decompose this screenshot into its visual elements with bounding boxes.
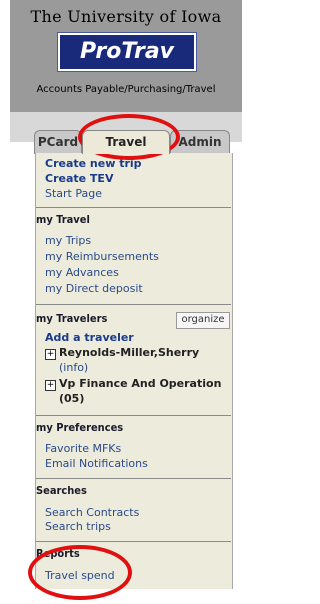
my-trips-link[interactable]: my Trips	[45, 234, 91, 247]
logo-text: ProTrav	[79, 39, 175, 64]
my-preferences-heading: my Preferences	[36, 421, 124, 434]
search-trips-link[interactable]: Search trips	[45, 520, 111, 533]
create-tev-link[interactable]: Create TEV	[45, 172, 113, 185]
traveler-info-link[interactable]: (info)	[59, 361, 88, 374]
university-name: The University of Iowa	[30, 7, 222, 26]
expand-icon[interactable]: +	[45, 380, 56, 391]
protrav-logo[interactable]: ProTrav	[57, 32, 197, 72]
travel-spend-highlight-circle	[28, 545, 132, 600]
expand-icon[interactable]: +	[45, 349, 56, 360]
tab-travel[interactable]: Travel	[82, 130, 170, 154]
my-direct-deposit-link[interactable]: my Direct deposit	[45, 282, 143, 295]
divider	[36, 207, 231, 208]
site-subtitle: Accounts Payable/Purchasing/Travel	[36, 84, 216, 95]
my-advances-link[interactable]: my Advances	[45, 266, 119, 279]
divider	[36, 415, 231, 416]
divider	[36, 541, 231, 542]
site-header: The University of Iowa ProTrav Accounts …	[10, 0, 242, 112]
favorite-mfks-link[interactable]: Favorite MFKs	[45, 442, 121, 455]
start-page-link[interactable]: Start Page	[45, 187, 102, 200]
organize-button[interactable]: organize	[176, 312, 230, 329]
divider	[36, 478, 231, 479]
add-traveler-link[interactable]: Add a traveler	[45, 331, 134, 344]
tab-pcard[interactable]: PCard	[34, 130, 82, 154]
email-notifications-link[interactable]: Email Notifications	[45, 457, 148, 470]
traveler-sub[interactable]: (05)	[59, 392, 84, 405]
divider	[36, 304, 231, 305]
traveler-name[interactable]: Vp Finance And Operation	[59, 377, 221, 390]
searches-heading: Searches	[36, 484, 87, 497]
my-reimbursements-link[interactable]: my Reimbursements	[45, 250, 159, 263]
search-contracts-link[interactable]: Search Contracts	[45, 506, 139, 519]
my-travel-heading: my Travel	[36, 213, 90, 226]
traveler-name[interactable]: Reynolds-Miller,Sherry	[59, 346, 199, 359]
